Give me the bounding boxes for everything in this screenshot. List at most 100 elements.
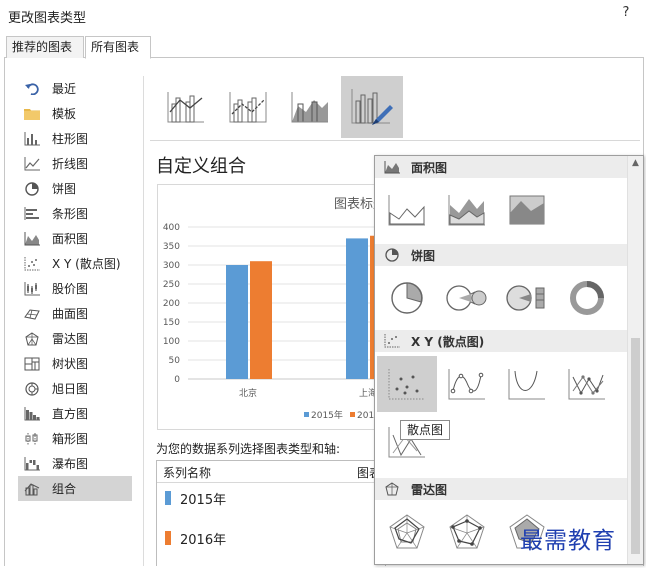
subtype-clustered-column-line[interactable] — [155, 76, 217, 138]
option-bar-of-pie[interactable] — [497, 270, 557, 326]
option-scatter-smooth-markers[interactable] — [437, 356, 497, 412]
option-radar[interactable] — [377, 504, 437, 560]
sidebar-item-label: 组合 — [52, 482, 77, 496]
section-radar: 雷达图 — [375, 478, 627, 500]
sidebar-item-treemap[interactable]: 树状图 — [18, 351, 132, 376]
scatter-tooltip: 散点图 — [400, 420, 451, 440]
sidebar-item-combo[interactable]: 组合 — [18, 476, 132, 501]
bar-2016年-北京 — [250, 261, 272, 379]
sidebar-item-label: 饼图 — [52, 182, 77, 196]
section-scatter: X Y (散点图) — [375, 330, 627, 352]
col-series-name: 系列名称 — [163, 466, 212, 480]
sidebar-divider — [143, 76, 144, 566]
y-tick-label: 0 — [174, 375, 180, 385]
tab-recommended-charts[interactable]: 推荐的图表 — [6, 36, 84, 58]
subtype-custom-combination[interactable] — [341, 76, 403, 138]
radar-option-icon — [389, 514, 425, 549]
sidebar-item-scatter[interactable]: X Y (散点图) — [18, 251, 132, 276]
sidebar-item-label: 股价图 — [52, 282, 89, 296]
sidebar-item-label: 最近 — [52, 82, 77, 96]
sidebar-item-label: 模板 — [52, 107, 77, 121]
sidebar-item-stock[interactable]: 股价图 — [18, 276, 132, 301]
section-label: 饼图 — [411, 248, 436, 263]
option-area[interactable] — [377, 182, 437, 238]
stacked-area-column-icon — [291, 92, 328, 123]
subtype-column-line-secondary-axis[interactable] — [217, 76, 279, 138]
sidebar-item-pie[interactable]: 饼图 — [18, 176, 132, 201]
sidebar-item-templates[interactable]: 模板 — [18, 101, 132, 126]
y-tick-label: 200 — [163, 299, 180, 309]
section-area: 面积图 — [375, 156, 627, 178]
table-row[interactable]: 2016年 — [165, 527, 226, 549]
sidebar-item-column[interactable]: 柱形图 — [18, 126, 132, 151]
option-stacked-area[interactable] — [437, 182, 497, 238]
option-radar-markers[interactable] — [437, 504, 497, 560]
chart-type-list: 最近 模板 柱形图 折线图 饼图 条形图 面积图 X Y (散点图) 股价图 曲… — [18, 76, 132, 501]
sidebar-item-label: 箱形图 — [52, 432, 89, 446]
series-name: 2015年 — [180, 492, 227, 508]
column-chart-icon — [22, 131, 42, 147]
scatter-chart-icon — [383, 334, 401, 348]
sidebar-item-sunburst[interactable]: 旭日图 — [18, 376, 132, 401]
scroll-up-icon[interactable]: ▲ — [628, 158, 643, 168]
dialog-title: 更改图表类型 — [8, 11, 87, 26]
y-tick-label: 400 — [163, 223, 180, 233]
series-prompt: 为您的数据系列选择图表类型和轴: — [156, 442, 341, 456]
option-100-stacked-area[interactable] — [497, 182, 557, 238]
option-scatter-straight-markers[interactable] — [557, 356, 617, 412]
watermark-logo: 最需教育 — [520, 528, 616, 554]
dropdown-scrollbar[interactable]: ▲ — [627, 156, 643, 564]
y-tick-label: 250 — [163, 280, 180, 290]
option-pie-of-pie[interactable] — [437, 270, 497, 326]
legend-swatch — [350, 412, 355, 417]
pie-of-pie-option-icon — [446, 285, 487, 311]
pie-chart-icon — [22, 181, 42, 197]
folder-icon — [22, 106, 42, 122]
combo-title: 自定义组合 — [156, 156, 246, 177]
sidebar-item-label: 旭日图 — [52, 382, 89, 396]
sidebar-item-box-whisker[interactable]: 箱形图 — [18, 426, 132, 451]
sidebar-item-area[interactable]: 面积图 — [18, 226, 132, 251]
tab-strip: 推荐的图表 所有图表 — [4, 36, 644, 59]
option-pie[interactable] — [377, 270, 437, 326]
sidebar-item-label: 直方图 — [52, 407, 89, 421]
series-color-swatch — [165, 491, 171, 505]
y-tick-label: 350 — [163, 242, 180, 252]
legend-swatch — [304, 412, 309, 417]
series-grid: 系列名称 图表类型 2015年 2016年 — [156, 460, 386, 566]
scroll-thumb[interactable] — [631, 338, 640, 554]
y-tick-label: 50 — [169, 356, 181, 366]
table-row[interactable]: 2015年 — [165, 487, 226, 509]
box-whisker-icon — [22, 431, 42, 447]
sidebar-item-radar[interactable]: 雷达图 — [18, 326, 132, 351]
sidebar-item-histogram[interactable]: 直方图 — [18, 401, 132, 426]
chart-svg: 图表标题050100150200250300350400北京 上海2015年 201 — [163, 197, 392, 421]
option-scatter[interactable] — [377, 356, 437, 412]
treemap-icon — [22, 356, 42, 372]
pie-option-icon — [391, 282, 423, 314]
sidebar-item-label: 曲面图 — [52, 307, 89, 321]
sidebar-item-label: 条形图 — [52, 207, 89, 221]
gallery-divider — [150, 140, 640, 141]
sunburst-icon — [22, 381, 42, 397]
tab-all-charts[interactable]: 所有图表 — [85, 36, 151, 59]
sidebar-item-label: 柱形图 — [52, 132, 89, 146]
scatter-smooth-markers-icon — [448, 369, 485, 400]
help-button[interactable]: ? — [619, 5, 633, 20]
section-label: 面积图 — [411, 160, 448, 175]
sidebar-item-recent[interactable]: 最近 — [18, 76, 132, 101]
legend-label: 2015年 — [311, 409, 343, 421]
sidebar-item-waterfall[interactable]: 瀑布图 — [18, 451, 132, 476]
stock-chart-icon — [22, 281, 42, 297]
chart-type-dropdown[interactable]: ▲ 面积图 饼图 X Y (散点图) 雷达图 — [374, 155, 644, 565]
x-tick-label: 北京 — [239, 387, 257, 399]
subtype-stacked-area-column[interactable] — [279, 76, 341, 138]
sidebar-item-bar[interactable]: 条形图 — [18, 201, 132, 226]
area-chart-icon — [383, 160, 401, 174]
bar-2015年-北京 — [226, 265, 248, 379]
sidebar-item-surface[interactable]: 曲面图 — [18, 301, 132, 326]
option-scatter-smooth-lines[interactable] — [497, 356, 557, 412]
line-chart-icon — [22, 156, 42, 172]
option-doughnut[interactable] — [557, 270, 617, 326]
sidebar-item-line[interactable]: 折线图 — [18, 151, 132, 176]
